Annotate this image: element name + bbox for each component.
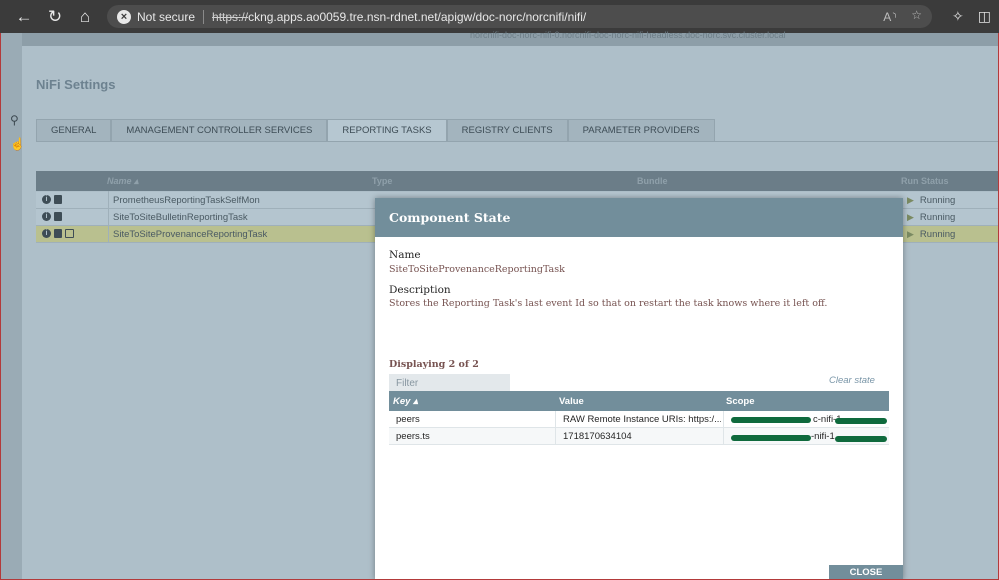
info-icon[interactable]: i: [42, 195, 51, 204]
address-bar[interactable]: × Not secure https://ckng.apps.ao0059.tr…: [107, 5, 932, 28]
column-value[interactable]: Value: [559, 396, 584, 407]
url-scheme: https://: [212, 9, 249, 24]
browser-toolbar: ← ↻ ⌂ × Not secure https://ckng.apps.ao0…: [0, 0, 999, 33]
row-name: PrometheusReportingTaskSelfMon: [113, 195, 260, 206]
play-icon: ▶: [907, 212, 914, 222]
name-value: SiteToSiteProvenanceReportingTask: [389, 264, 565, 275]
info-icon[interactable]: i: [42, 229, 51, 238]
settings-title: NiFi Settings: [36, 77, 116, 92]
cell-divider: [723, 411, 724, 428]
state-table: Key ▴ Value Scope peers RAW Remote Insta…: [389, 391, 889, 445]
row-status: ▶ Running: [907, 195, 955, 206]
description-label: Description: [389, 284, 451, 296]
url-text[interactable]: https://ckng.apps.ao0059.tre.nsn-rdnet.n…: [212, 10, 586, 24]
column-scope[interactable]: Scope: [726, 396, 755, 407]
row-icons: i: [42, 195, 62, 204]
url-path: ckng.apps.ao0059.tre.nsn-rdnet.net/apigw…: [248, 9, 587, 24]
state-scope: -nifi-1.: [727, 428, 889, 445]
state-key: peers.ts: [396, 431, 430, 442]
tabs-divider: [36, 141, 999, 142]
tab-management-controller-services[interactable]: MANAGEMENT CONTROLLER SERVICES: [111, 119, 328, 141]
usage-book-icon[interactable]: [54, 195, 62, 204]
column-divider: [108, 191, 109, 242]
tab-general[interactable]: GENERAL: [36, 119, 112, 141]
state-value: RAW Remote Instance URIs: https:/...: [563, 414, 721, 425]
extensions-icon[interactable]: ✧: [952, 8, 964, 25]
row-icons: i: [42, 212, 62, 221]
description-value: Stores the Reporting Task's last event I…: [389, 298, 828, 309]
row-name: SiteToSiteProvenanceReportingTask: [113, 229, 268, 240]
not-secure-icon: ×: [117, 9, 131, 24]
tab-reporting-tasks[interactable]: REPORTING TASKS: [327, 119, 447, 141]
row-status-label: Running: [919, 212, 956, 223]
state-key: peers: [396, 414, 420, 425]
row-status-label: Running: [919, 229, 956, 240]
column-name[interactable]: Name ▴: [107, 176, 139, 187]
name-label: Name: [389, 249, 421, 261]
close-button[interactable]: CLOSE: [829, 565, 903, 580]
row-status: ▶ Running: [907, 229, 955, 240]
host-label: norcnifi-doc-norc-nifi-0.norcnifi-doc-no…: [470, 30, 786, 40]
redaction-mark: [835, 436, 887, 442]
settings-tabs: GENERAL MANAGEMENT CONTROLLER SERVICES R…: [36, 119, 715, 141]
row-status-label: Running: [919, 195, 956, 206]
play-icon: ▶: [907, 195, 914, 205]
redaction-mark: [731, 417, 811, 423]
play-icon: ▶: [907, 229, 914, 239]
row-icons: i: [42, 229, 74, 238]
dialog-title: Component State: [389, 210, 511, 225]
usage-book-icon[interactable]: [54, 212, 62, 221]
state-row[interactable]: peers RAW Remote Instance URIs: https:/.…: [389, 411, 889, 428]
not-secure-label: Not secure: [137, 9, 196, 24]
split-screen-icon[interactable]: ◫: [978, 8, 991, 25]
state-scope: c-nifi-1.: [727, 411, 889, 428]
reporting-tasks-header: Name ▴ Type Bundle Run Status: [36, 171, 999, 191]
read-aloud-icon[interactable]: A⸃: [883, 8, 897, 25]
row-status: ▶ Running: [907, 212, 955, 223]
address-actions: A⸃ ☆: [883, 8, 922, 25]
component-state-dialog: Component State Name SiteToSiteProvenanc…: [375, 198, 903, 580]
cell-divider: [723, 428, 724, 445]
favorite-star-icon[interactable]: ☆: [911, 8, 922, 25]
clear-state-link[interactable]: Clear state: [829, 375, 875, 386]
back-arrow-icon[interactable]: ←: [9, 0, 39, 33]
column-type[interactable]: Type: [372, 176, 392, 186]
redaction-mark: [731, 435, 811, 441]
redaction-mark: [835, 418, 887, 424]
usage-book-icon[interactable]: [54, 229, 62, 238]
row-name: SiteToSiteBulletinReportingTask: [113, 212, 248, 223]
filter-input[interactable]: [389, 374, 510, 392]
column-run-status[interactable]: Run Status: [901, 176, 949, 186]
cell-divider: [555, 411, 556, 428]
tab-parameter-providers[interactable]: PARAMETER PROVIDERS: [567, 119, 715, 141]
column-key[interactable]: Key ▴: [393, 396, 418, 407]
column-bundle[interactable]: Bundle: [637, 176, 668, 186]
left-toolbar: ⚲ ☝: [0, 33, 25, 580]
state-table-header: Key ▴ Value Scope: [389, 391, 889, 411]
home-icon[interactable]: ⌂: [70, 0, 100, 33]
tab-registry-clients[interactable]: REGISTRY CLIENTS: [446, 119, 568, 141]
displaying-count: Displaying 2 of 2: [389, 359, 479, 370]
state-row[interactable]: peers.ts 1718170634104 -nifi-1.: [389, 428, 889, 445]
browser-actions: ✧ ◫: [952, 0, 991, 33]
scope-text: -nifi-1.: [811, 431, 838, 442]
navigate-icon[interactable]: ⚲: [10, 113, 19, 127]
cell-divider: [555, 428, 556, 445]
info-icon[interactable]: i: [42, 212, 51, 221]
state-value: 1718170634104: [563, 431, 632, 442]
dialog-header: Component State: [375, 198, 903, 237]
address-divider: [203, 9, 205, 24]
reload-icon[interactable]: ↻: [40, 0, 70, 33]
comment-icon[interactable]: [65, 229, 74, 238]
